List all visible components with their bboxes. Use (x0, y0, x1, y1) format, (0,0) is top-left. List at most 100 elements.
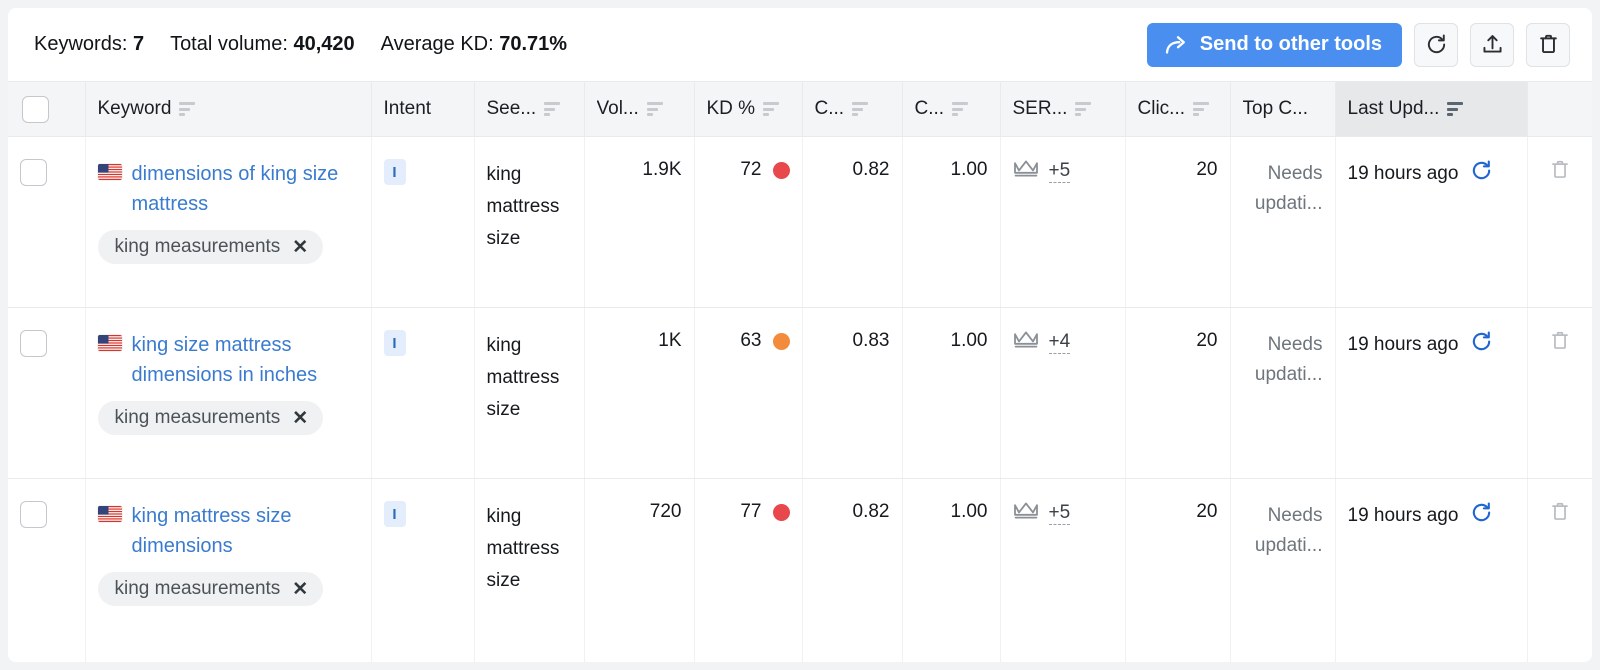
cpc-value: 0.82 (852, 159, 890, 180)
serp-features-more[interactable]: +5 (1048, 502, 1071, 525)
table-row: dimensions of king size mattress king me… (8, 136, 1592, 308)
column-header-intent[interactable]: Intent (371, 81, 475, 137)
keyword-tag-label: king measurements (114, 407, 281, 428)
table-row: king mattress size dimensions king measu… (8, 478, 1592, 662)
trash-icon[interactable] (1549, 331, 1571, 357)
sort-icon[interactable] (763, 102, 780, 116)
keyword-manager-panel: Keywords: 7 Total volume: 40,420 Average… (0, 0, 1600, 670)
column-header-seed-label: See... (486, 98, 537, 119)
trash-icon[interactable] (1549, 502, 1571, 528)
refresh-button[interactable] (1414, 22, 1458, 67)
column-header-clicks[interactable]: Clic... (1125, 81, 1231, 137)
row-select-cell (8, 136, 86, 308)
column-header-keyword[interactable]: Keyword (85, 81, 372, 137)
table-header-row: Keyword Intent See... Vol... KD % C... C… (8, 81, 1592, 137)
keyword-link[interactable]: king mattress size dimensions (132, 501, 359, 561)
export-upload-icon (1481, 33, 1504, 56)
seed-keyword-value: king mattress size (486, 335, 560, 420)
competition-value: 1.00 (950, 501, 988, 522)
volume-cell: 1.9K (584, 136, 695, 308)
cpc-cell: 0.82 (802, 136, 903, 308)
crown-icon[interactable] (1013, 159, 1039, 184)
cpc-cell: 0.82 (802, 478, 903, 662)
refresh-icon[interactable] (1470, 330, 1493, 359)
stat-average-kd-label: Average KD: (380, 33, 494, 55)
clicks-value: 20 (1196, 159, 1218, 180)
column-header-competition[interactable]: C... (902, 81, 1001, 137)
keyword-link[interactable]: king size mattress dimensions in inches (132, 330, 359, 390)
us-flag-icon (97, 506, 122, 522)
sort-icon[interactable] (1193, 102, 1209, 116)
sort-icon[interactable] (646, 102, 663, 116)
us-flag-icon (97, 164, 122, 180)
sort-icon[interactable] (852, 102, 869, 116)
summary-stats: Keywords: 7 Total volume: 40,420 Average… (34, 33, 593, 56)
stat-average-kd: Average KD: 70.71% (381, 33, 567, 56)
close-icon[interactable]: ✕ (292, 580, 308, 599)
row-checkbox[interactable] (20, 501, 47, 528)
close-icon[interactable]: ✕ (292, 409, 308, 428)
column-header-volume[interactable]: Vol... (584, 81, 695, 137)
row-checkbox[interactable] (20, 159, 47, 186)
serp-features-cell: +5 (1000, 478, 1126, 662)
export-button[interactable] (1470, 22, 1514, 67)
row-select-cell (8, 307, 86, 479)
keyword-tag: king measurements ✕ (97, 230, 324, 264)
last-updated-value: 19 hours ago (1347, 504, 1459, 526)
send-to-other-tools-button[interactable]: Send to other tools (1146, 22, 1402, 67)
kd-value: 77 (740, 501, 762, 522)
intent-cell: I (371, 136, 475, 308)
refresh-icon[interactable] (1470, 159, 1493, 188)
serp-features-more[interactable]: +4 (1048, 331, 1071, 354)
serp-features-more[interactable]: +5 (1048, 160, 1071, 183)
sort-icon[interactable] (179, 102, 196, 116)
trash-icon[interactable] (1549, 160, 1571, 186)
kd-cell: 63 (694, 307, 803, 479)
kd-value: 72 (740, 159, 762, 180)
crown-icon[interactable] (1013, 501, 1039, 526)
sort-icon[interactable] (1447, 102, 1464, 116)
kd-value: 63 (740, 330, 762, 351)
stat-total-volume: Total volume: 40,420 (170, 33, 355, 56)
row-select-cell (8, 478, 86, 662)
send-to-other-tools-label: Send to other tools (1199, 33, 1382, 55)
column-header-top-competitor[interactable]: Top C... (1230, 81, 1336, 137)
keywords-table: Keyword Intent See... Vol... KD % C... C… (8, 81, 1592, 662)
sort-icon[interactable] (544, 102, 561, 116)
intent-badge[interactable]: I (383, 501, 406, 527)
seed-keyword-value: king mattress size (486, 506, 560, 591)
clicks-cell: 20 (1125, 307, 1231, 479)
close-icon[interactable]: ✕ (292, 238, 308, 257)
column-header-seed[interactable]: See... (474, 81, 585, 137)
crown-icon[interactable] (1013, 330, 1039, 355)
delete-button[interactable] (1526, 22, 1570, 67)
sort-icon[interactable] (1075, 102, 1092, 116)
row-checkbox[interactable] (20, 330, 47, 357)
trash-icon (1537, 33, 1560, 56)
row-actions-cell (1527, 478, 1592, 662)
column-header-cpc[interactable]: C... (802, 81, 903, 137)
refresh-icon[interactable] (1470, 501, 1493, 530)
column-header-actions (1527, 81, 1592, 137)
column-header-cpc-label: C... (814, 98, 845, 119)
select-all-checkbox[interactable] (22, 95, 49, 123)
summary-bar: Keywords: 7 Total volume: 40,420 Average… (8, 8, 1592, 81)
row-actions-cell (1527, 136, 1592, 308)
intent-badge[interactable]: I (383, 330, 406, 356)
column-header-last-updated[interactable]: Last Upd... (1335, 81, 1528, 137)
keyword-link[interactable]: dimensions of king size mattress (132, 159, 359, 219)
kd-status-dot (772, 503, 790, 521)
stat-keywords-value: 7 (132, 33, 145, 55)
sort-icon[interactable] (952, 102, 969, 116)
stat-total-volume-value: 40,420 (293, 33, 355, 55)
volume-value: 1.9K (642, 159, 682, 180)
kd-cell: 77 (694, 478, 803, 662)
intent-badge[interactable]: I (383, 159, 406, 185)
table-row: king size mattress dimensions in inches … (8, 307, 1592, 479)
column-header-kd[interactable]: KD % (694, 81, 803, 137)
column-header-serp-features[interactable]: SER... (1000, 81, 1126, 137)
keyword-tag-label: king measurements (114, 236, 281, 257)
seed-keyword-value: king mattress size (486, 164, 560, 249)
column-header-volume-label: Vol... (596, 98, 639, 119)
stat-total-volume-label: Total volume: (170, 33, 288, 55)
